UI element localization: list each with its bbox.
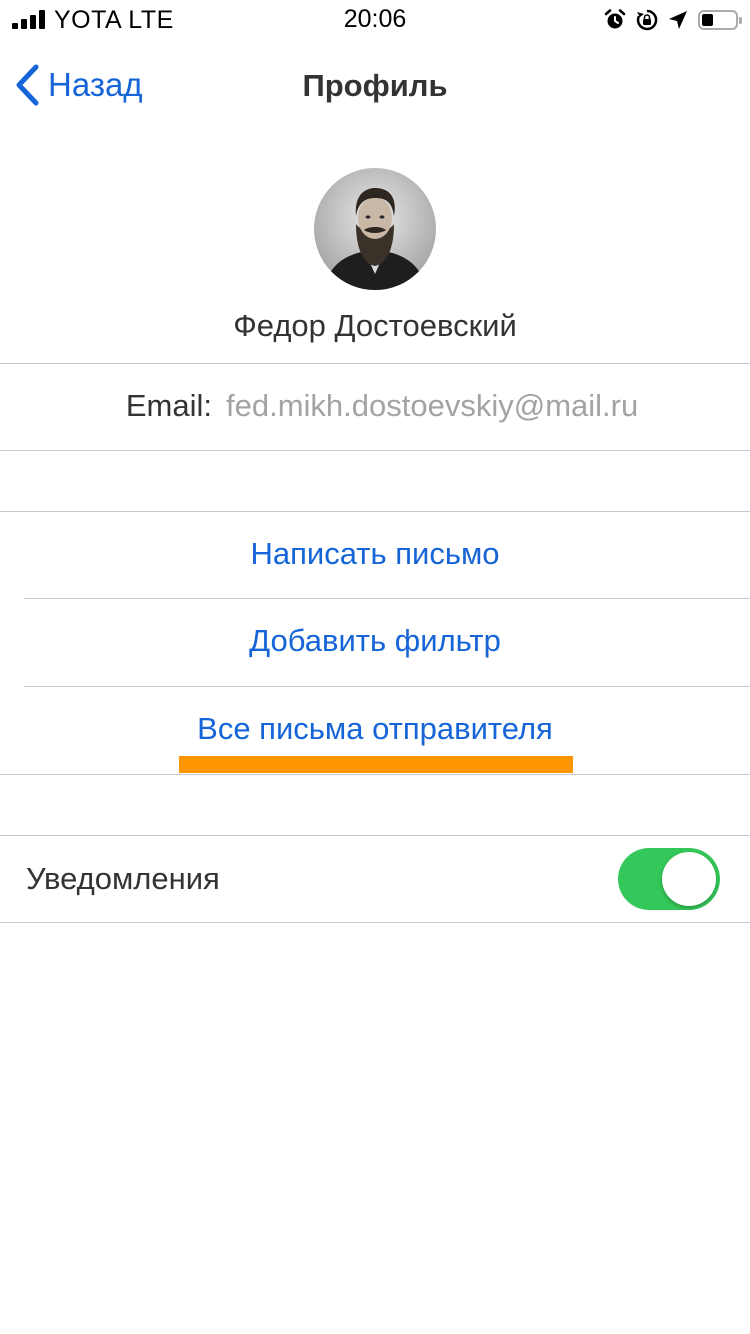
profile-name: Федор Достоевский (233, 308, 517, 343)
rotation-lock-icon (636, 9, 658, 31)
all-sender-letters-label: Все письма отправителя (197, 711, 553, 746)
toggle-knob (662, 852, 716, 906)
email-value[interactable]: fed.mikh.dostoevskiy@mail.ru (226, 388, 638, 424)
navigation-bar: Назад Профиль (0, 44, 750, 128)
compose-letter-button[interactable]: Написать письмо (0, 512, 750, 599)
email-row: Email: fed.mikh.dostoevskiy@mail.ru (0, 364, 750, 450)
compose-letter-label: Написать письмо (250, 536, 500, 571)
add-filter-label: Добавить фильтр (249, 623, 501, 658)
notifications-label: Уведомления (26, 861, 220, 896)
battery-icon (698, 10, 742, 30)
location-arrow-icon (669, 11, 687, 29)
notifications-row: Уведомления (0, 836, 750, 922)
highlight-marker (179, 756, 573, 773)
notifications-toggle[interactable] (618, 848, 720, 910)
separator (0, 922, 750, 923)
status-bar: YOTA LTE 20:06 (0, 0, 750, 40)
alarm-icon (604, 9, 626, 29)
email-label: Email: (125, 388, 212, 423)
separator (0, 774, 750, 775)
add-filter-button[interactable]: Добавить фильтр (0, 599, 750, 686)
avatar (314, 168, 436, 290)
page-title: Профиль (302, 68, 448, 103)
separator (0, 450, 750, 451)
